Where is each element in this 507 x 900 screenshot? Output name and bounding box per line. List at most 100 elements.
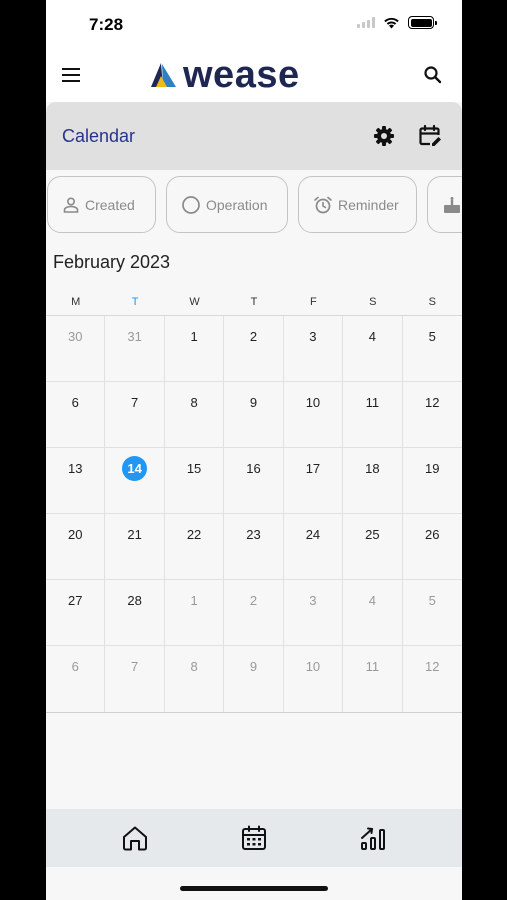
day-cell[interactable]: 5 — [402, 316, 462, 382]
edit-calendar-button[interactable] — [418, 124, 442, 148]
filter-chip-operation[interactable]: Operation — [166, 176, 288, 233]
nav-stats-button[interactable] — [358, 823, 388, 853]
day-number: 5 — [428, 329, 436, 344]
day-cell-today[interactable]: 14 — [105, 448, 165, 514]
day-number: 13 — [67, 461, 83, 476]
day-cell[interactable]: 12 — [403, 646, 462, 712]
filter-chip-label: Operation — [206, 196, 268, 213]
day-number: 26 — [425, 527, 440, 542]
day-cell[interactable]: 31 — [105, 316, 165, 382]
day-cell[interactable]: 21 — [105, 514, 165, 580]
day-cell[interactable]: 16 — [224, 448, 284, 514]
day-cell[interactable]: 28 — [105, 580, 165, 646]
day-number: 5 — [428, 593, 436, 608]
day-cell[interactable]: 5 — [402, 580, 462, 646]
edit-calendar-icon — [419, 124, 441, 146]
day-cell[interactable]: 30 — [46, 316, 106, 382]
day-cell[interactable]: 3 — [283, 316, 344, 382]
brand-logo: wease — [149, 56, 300, 94]
day-cell[interactable]: 13 — [46, 448, 106, 514]
calendar-icon — [241, 825, 266, 850]
day-cell[interactable]: 26 — [402, 514, 462, 580]
day-cell[interactable]: 7 — [105, 646, 165, 712]
day-number: 23 — [246, 527, 261, 542]
filter-chip-birthday[interactable] — [427, 176, 462, 233]
day-cell[interactable]: 9 — [224, 382, 284, 448]
phone-screen: 7:28 wease Calendar Created Operation Re… — [46, 0, 462, 900]
day-number: 18 — [365, 461, 380, 476]
battery-icon — [408, 16, 437, 29]
weekday-label: W — [189, 296, 200, 308]
day-number: 31 — [127, 329, 142, 344]
day-number: 14 — [122, 456, 148, 481]
day-cell[interactable]: 23 — [224, 514, 284, 580]
day-cell[interactable]: 10 — [284, 646, 344, 712]
weekday-label: S — [428, 296, 436, 308]
day-cell[interactable]: 10 — [283, 382, 344, 448]
day-cell[interactable]: 6 — [46, 646, 106, 712]
day-cell[interactable]: 15 — [164, 448, 225, 514]
day-number: 9 — [249, 395, 258, 410]
day-cell[interactable]: 1 — [164, 580, 225, 646]
day-cell[interactable]: 6 — [46, 382, 106, 448]
filter-chips: Created Operation Reminder — [46, 176, 462, 234]
day-cell[interactable]: 4 — [343, 316, 403, 382]
day-cell[interactable]: 8 — [165, 646, 225, 712]
day-number: 21 — [127, 527, 142, 542]
day-number: 12 — [425, 395, 440, 410]
day-cell[interactable]: 1 — [164, 316, 225, 382]
day-number: 11 — [365, 659, 380, 674]
status-bar: 7:28 — [46, 0, 462, 48]
bottom-safe-area — [46, 867, 462, 900]
day-cell[interactable]: 18 — [343, 448, 403, 514]
signal-icon — [357, 17, 375, 28]
month-grid: 30 31 1 2 3 4 5 6 7 8 9 10 11 12 13 14 15 16 17 18 19 20 21 22 2… — [46, 315, 462, 713]
weekday-label: T — [250, 296, 258, 308]
day-number: 7 — [131, 659, 139, 674]
day-cell[interactable]: 12 — [402, 382, 462, 448]
day-cell[interactable]: 11 — [343, 646, 403, 712]
day-cell[interactable]: 11 — [343, 382, 403, 448]
day-cell[interactable]: 4 — [343, 580, 403, 646]
wifi-icon — [384, 17, 399, 29]
nav-home-button[interactable] — [120, 823, 150, 853]
day-cell[interactable]: 20 — [46, 514, 106, 580]
day-cell[interactable]: 7 — [105, 382, 165, 448]
day-cell[interactable]: 9 — [224, 646, 284, 712]
day-cell[interactable]: 24 — [283, 514, 344, 580]
day-cell[interactable]: 8 — [164, 382, 225, 448]
search-button[interactable] — [420, 62, 446, 88]
day-cell[interactable]: 2 — [224, 580, 284, 646]
menu-button[interactable] — [62, 62, 88, 88]
person-icon — [63, 196, 79, 213]
search-icon — [424, 66, 442, 84]
day-number: 7 — [131, 395, 139, 410]
day-number: 6 — [71, 659, 79, 674]
home-indicator[interactable] — [180, 886, 328, 891]
day-cell[interactable]: 19 — [402, 448, 462, 514]
filter-chip-reminder[interactable]: Reminder — [298, 176, 417, 233]
day-number: 3 — [309, 329, 317, 344]
day-number: 9 — [249, 659, 258, 674]
day-cell[interactable]: 17 — [283, 448, 344, 514]
day-number: 8 — [190, 659, 198, 674]
day-number: 4 — [368, 593, 376, 608]
day-number: 17 — [305, 461, 321, 476]
day-cell[interactable]: 2 — [224, 316, 284, 382]
day-number: 22 — [186, 527, 202, 542]
weekday-label: T — [131, 296, 139, 308]
weekday-header: MTWTFSS — [46, 294, 462, 314]
day-number: 3 — [309, 593, 317, 608]
filter-chip-label: Created — [85, 196, 135, 213]
filter-chip-created[interactable]: Created — [47, 176, 156, 233]
gear-icon — [374, 126, 394, 146]
day-cell[interactable]: 27 — [46, 580, 106, 646]
day-number: 27 — [67, 593, 83, 608]
day-cell[interactable]: 3 — [283, 580, 344, 646]
day-number: 10 — [305, 395, 321, 410]
nav-calendar-button[interactable] — [239, 823, 269, 853]
day-cell[interactable]: 25 — [343, 514, 403, 580]
settings-button[interactable] — [372, 124, 396, 148]
day-cell[interactable]: 22 — [164, 514, 225, 580]
logo-mark-icon — [151, 63, 176, 87]
